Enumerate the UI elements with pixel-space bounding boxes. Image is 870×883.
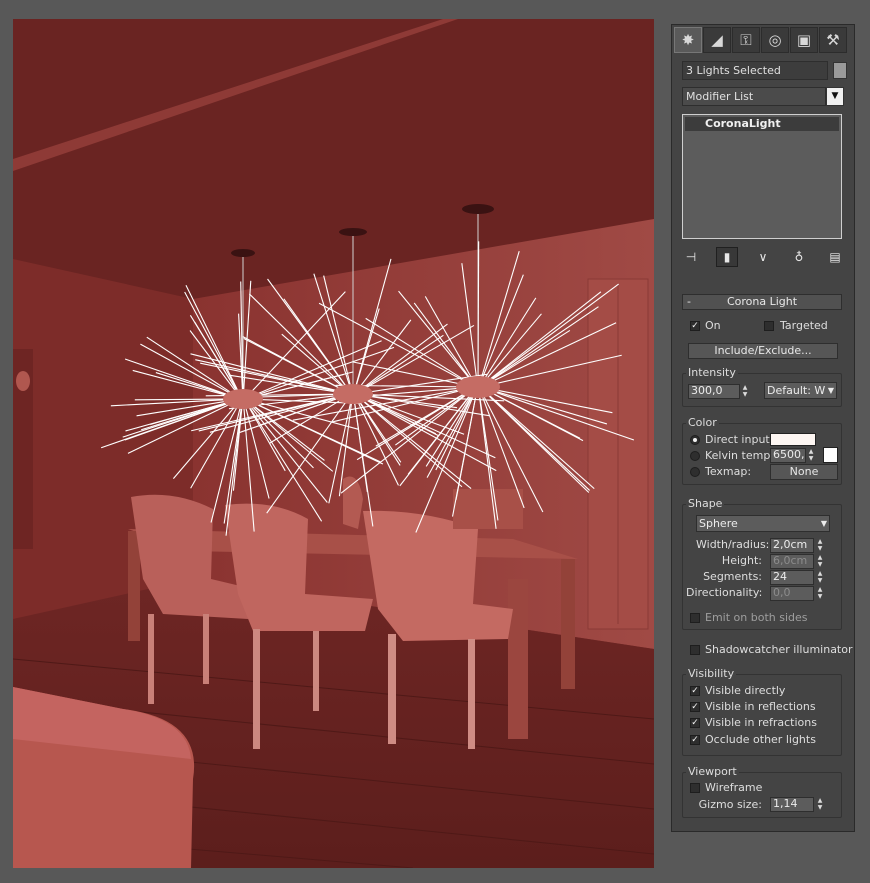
visibility-group-label: Visibility	[686, 667, 737, 680]
table-leg	[128, 531, 140, 641]
shape-type-value: Sphere	[699, 517, 738, 530]
make-unique-icon[interactable]: ∨	[752, 247, 774, 267]
show-end-result-icon[interactable]: ▮	[716, 247, 738, 267]
height-label: Height:	[721, 554, 762, 567]
configure-sets-icon[interactable]: ▤	[824, 247, 846, 267]
modifier-list-dropdown[interactable]: Modifier List	[682, 87, 826, 106]
gizmo-size-spinner-field[interactable]: 1,14	[770, 797, 814, 812]
object-color-swatch[interactable]	[833, 62, 847, 79]
intensity-spinner-field[interactable]: 300,0	[688, 384, 740, 399]
shadowcatcher-checkbox[interactable]	[690, 645, 700, 655]
directionality-label: Directionality:	[686, 586, 763, 599]
height-spinner-field[interactable]: 6,0cm	[770, 554, 814, 569]
texmap-none-button[interactable]: None	[770, 464, 838, 480]
visible-in-refractions-checkbox[interactable]: ✓	[690, 718, 700, 728]
texmap-label: Texmap:	[705, 465, 752, 478]
viewport-scene[interactable]	[13, 19, 654, 868]
intensity-unit-value: Default: W	[767, 384, 826, 397]
ceiling-canopy	[339, 228, 367, 236]
rollout-header-corona-light[interactable]: - Corona Light	[682, 294, 842, 310]
occlude-other-lights-checkbox[interactable]: ✓	[690, 735, 700, 745]
rollout-collapse-icon[interactable]: -	[687, 295, 691, 309]
emit-both-sides-checkbox[interactable]	[690, 613, 700, 623]
width-radius-spinner-field[interactable]: 2,0cm	[770, 538, 814, 553]
texmap-radio[interactable]	[690, 467, 700, 477]
emit-both-sides-label: Emit on both sides	[705, 611, 808, 624]
on-checkbox[interactable]: ✓	[690, 321, 700, 331]
hierarchy-tab-icon[interactable]: ⚿	[732, 27, 760, 53]
light-ray	[477, 241, 480, 378]
segments-spinner-field[interactable]: 24	[770, 570, 814, 585]
occlude-other-lights-label: Occlude other lights	[705, 733, 816, 746]
width-spinner-arrows-icon[interactable]: ▲ ▼	[816, 538, 824, 553]
viewport-group-label: Viewport	[686, 765, 739, 778]
wireframe-checkbox[interactable]	[690, 783, 700, 793]
table-leg	[561, 559, 575, 689]
command-panel: ✸ ◢ ⚿ ◎ ▣ ⚒ 3 Lights Selected Modifier L…	[671, 24, 855, 832]
dropdown-arrow-icon: ▼	[820, 519, 827, 528]
gizmo-size-label: Gizmo size:	[698, 798, 762, 811]
chair-back-far	[453, 489, 523, 529]
segments-spinner-arrows-icon[interactable]: ▲ ▼	[816, 570, 824, 585]
display-tab-icon[interactable]: ▣	[790, 27, 818, 53]
kelvin-spinner-arrows-icon[interactable]: ▲ ▼	[807, 448, 815, 463]
ceiling-canopy	[462, 204, 494, 214]
pin-stack-icon[interactable]: ⊣	[680, 247, 702, 267]
create-tab-icon[interactable]: ✸	[674, 27, 702, 53]
visible-directly-checkbox[interactable]: ✓	[690, 686, 700, 696]
motion-tab-icon[interactable]: ◎	[761, 27, 789, 53]
color-group-label: Color	[686, 416, 719, 429]
directionality-spinner-field[interactable]: 0,0	[770, 586, 814, 601]
targeted-label: Targeted	[780, 319, 828, 332]
on-label: On	[705, 319, 721, 332]
pendant-lamp[interactable]	[223, 389, 263, 409]
pendant-lamp[interactable]	[333, 384, 373, 404]
visible-in-reflections-checkbox[interactable]: ✓	[690, 702, 700, 712]
kelvin-color-swatch	[823, 447, 838, 463]
utilities-tab-icon[interactable]: ⚒	[819, 27, 847, 53]
modifier-list-arrow-icon[interactable]: ▼	[826, 87, 844, 106]
light-ray	[134, 398, 230, 401]
wireframe-label: Wireframe	[705, 781, 763, 794]
gizmo-size-spinner-arrows-icon[interactable]: ▲ ▼	[816, 797, 824, 812]
selection-name-field[interactable]: 3 Lights Selected	[682, 61, 828, 80]
stack-item-coronalight[interactable]: CoronaLight	[685, 117, 839, 131]
direct-input-radio[interactable]	[690, 435, 700, 445]
intensity-group-label: Intensity	[686, 366, 738, 379]
direct-input-color-swatch[interactable]	[770, 433, 816, 446]
wall-sconce	[16, 371, 30, 391]
stack-toolbar: ⊣ ▮ ∨ ♁ ▤	[680, 247, 846, 267]
table-leg	[508, 579, 528, 739]
shadowcatcher-label: Shadowcatcher illuminator	[705, 643, 853, 656]
targeted-checkbox[interactable]	[764, 321, 774, 331]
ceiling-canopy	[231, 249, 255, 257]
visible-in-refractions-label: Visible in refractions	[705, 716, 817, 729]
kelvin-temp-label: Kelvin temp:	[705, 449, 775, 462]
perspective-viewport[interactable]	[13, 19, 654, 868]
width-radius-label: Width/radius:	[696, 538, 770, 551]
visible-in-reflections-label: Visible in reflections	[705, 700, 816, 713]
include-exclude-button[interactable]: Include/Exclude...	[688, 343, 838, 359]
pendant-lamp[interactable]	[456, 376, 500, 398]
dropdown-arrow-icon: ▼	[827, 386, 834, 395]
remove-modifier-icon[interactable]: ♁	[788, 247, 810, 267]
modifier-stack[interactable]: CoronaLight	[682, 114, 842, 239]
height-spinner-arrows-icon[interactable]: ▲ ▼	[816, 554, 824, 569]
rollout-title: Corona Light	[726, 295, 798, 308]
kelvin-temp-spinner-field[interactable]: 6500,0	[770, 448, 806, 463]
command-panel-tabs: ✸ ◢ ⚿ ◎ ▣ ⚒	[674, 27, 852, 55]
direct-input-label: Direct input:	[705, 433, 774, 446]
kelvin-temp-radio[interactable]	[690, 451, 700, 461]
segments-label: Segments:	[703, 570, 762, 583]
shape-group-label: Shape	[686, 497, 725, 510]
intensity-spinner-arrows-icon[interactable]: ▲ ▼	[741, 384, 749, 399]
intensity-unit-dropdown[interactable]: Default: W ▼	[764, 382, 837, 399]
visible-directly-label: Visible directly	[705, 684, 786, 697]
shape-type-dropdown[interactable]: Sphere ▼	[696, 515, 830, 532]
modify-tab-icon[interactable]: ◢	[703, 27, 731, 53]
directionality-spinner-arrows-icon[interactable]: ▲ ▼	[816, 586, 824, 601]
